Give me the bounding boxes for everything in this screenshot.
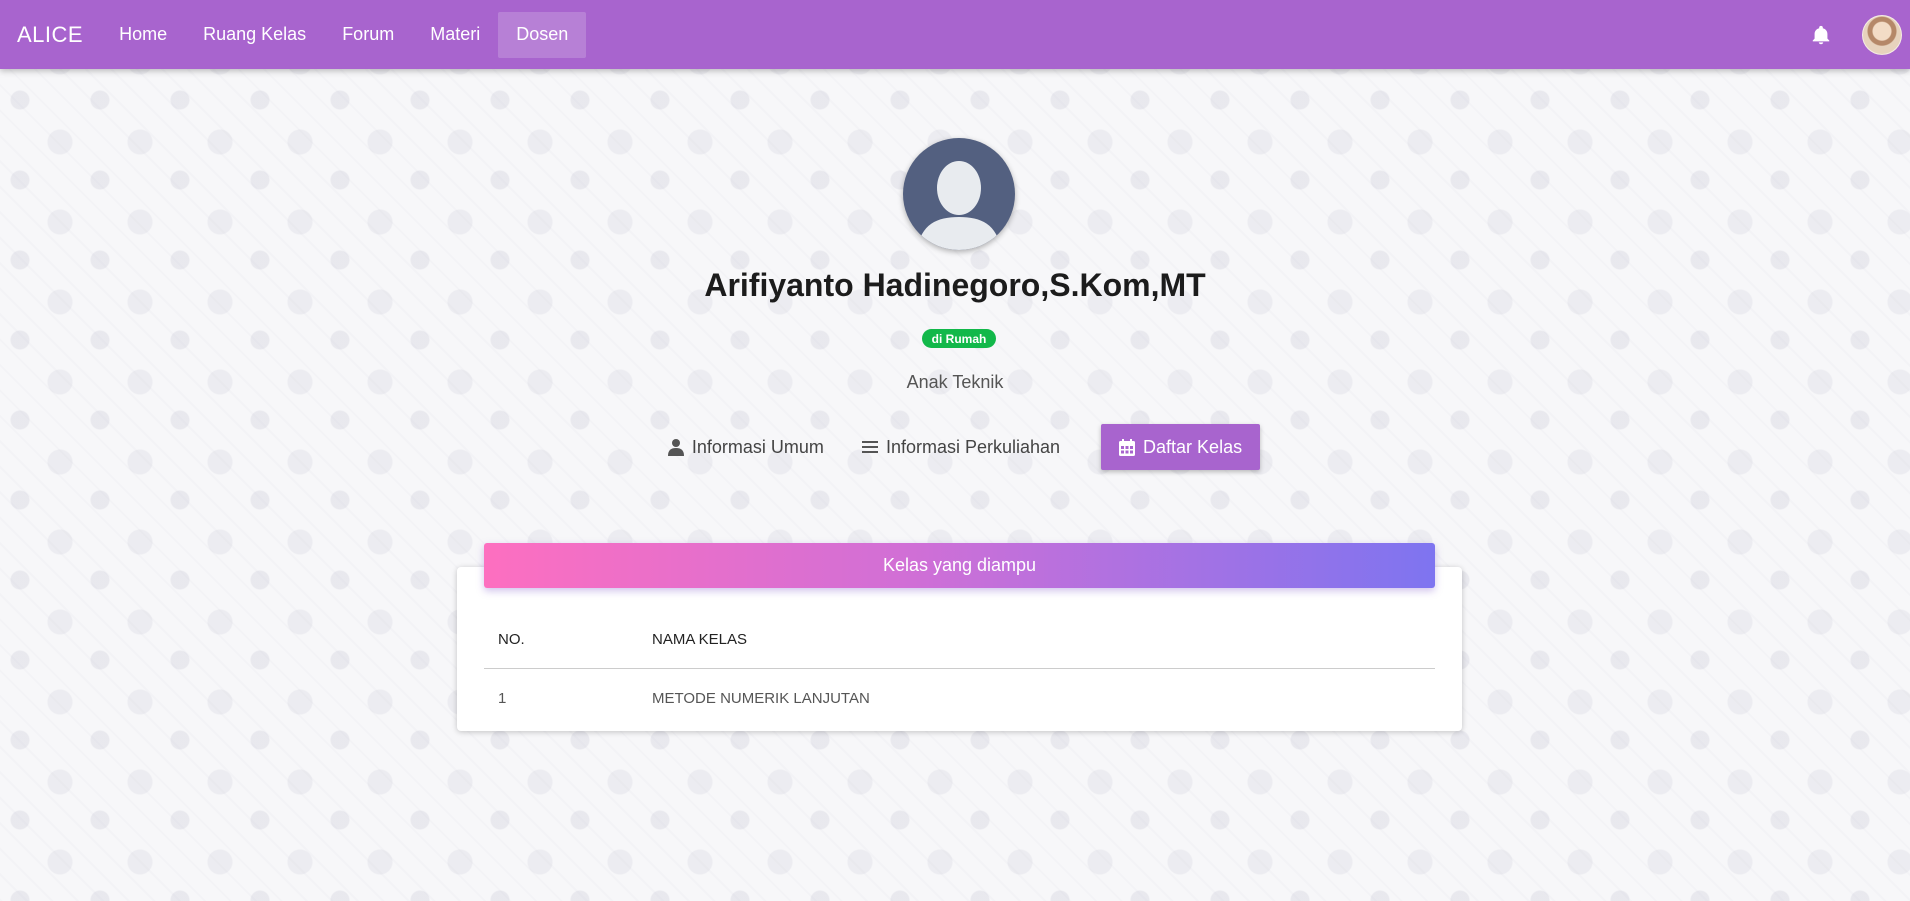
status-badge: di Rumah: [922, 329, 996, 348]
tab-informasi-umum[interactable]: Informasi Umum: [650, 424, 842, 470]
list-icon: [861, 441, 878, 453]
tab-label: Informasi Perkuliahan: [885, 436, 1061, 457]
tab-label: Informasi Umum: [691, 436, 824, 457]
table-header-row: NO. NAMA KELAS: [484, 612, 1435, 669]
user-icon: [667, 439, 684, 456]
row-class-name[interactable]: METODE NUMERIK LANJUTAN: [652, 668, 1435, 728]
classes-card-header: Kelas yang diampu: [484, 543, 1435, 588]
tab-informasi-perkuliahan[interactable]: Informasi Perkuliahan: [844, 424, 1078, 470]
table-row[interactable]: 1 METODE NUMERIK LANJUTAN: [484, 668, 1435, 728]
calendar-icon: [1119, 438, 1136, 456]
profile-name: Arifiyanto Hadinegoro,S.Kom,MT: [704, 267, 1206, 303]
profile-tabs: Informasi Umum Informasi Perkuliahan Daf…: [0, 424, 1910, 470]
nav-item-ruang-kelas[interactable]: Ruang Kelas: [185, 12, 324, 58]
navbar-right: [1810, 14, 1910, 55]
user-avatar[interactable]: [1862, 14, 1902, 55]
row-number: 1: [498, 689, 507, 707]
bell-icon[interactable]: [1810, 24, 1832, 46]
profile-subtitle: Anak Teknik: [906, 372, 1004, 392]
top-navbar: ALICE Home Ruang Kelas Forum Materi Dose…: [0, 0, 1910, 69]
column-header-nama-kelas: NAMA KELAS: [652, 612, 1435, 669]
nav-item-dosen[interactable]: Dosen: [498, 11, 587, 58]
tab-label: Daftar Kelas: [1143, 436, 1243, 457]
nav-item-materi[interactable]: Materi: [412, 12, 498, 58]
nav-item-home[interactable]: Home: [101, 12, 185, 58]
classes-table: NO. NAMA KELAS 1 METODE NUMERIK LANJUTAN: [484, 612, 1435, 728]
brand-logo[interactable]: ALICE: [17, 22, 83, 48]
profile-avatar: [903, 138, 1015, 250]
tab-daftar-kelas[interactable]: Daftar Kelas: [1101, 424, 1261, 470]
nav-item-forum[interactable]: Forum: [324, 12, 412, 58]
person-silhouette-icon: [917, 161, 1001, 250]
column-header-no: NO.: [484, 612, 652, 669]
